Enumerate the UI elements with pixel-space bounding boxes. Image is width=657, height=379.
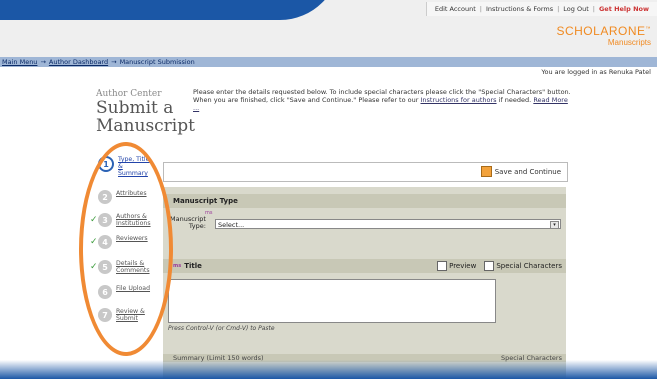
preview-icon — [437, 261, 448, 271]
arrow-right-icon — [480, 166, 492, 177]
breadcrumb-author-dashboard[interactable]: Author Dashboard — [49, 58, 108, 66]
page-title: Author Center Submit a Manuscript — [96, 89, 195, 135]
chevron-down-icon: ▾ — [550, 221, 559, 229]
intro-body-2: if needed. — [498, 96, 532, 104]
paste-hint: Press Control-V (or Cmd-V) to Paste — [168, 325, 275, 332]
save-row: Save and Continue — [163, 162, 568, 182]
brand-logo: SCHOLARONE™ Manuscripts — [556, 24, 651, 47]
title-line-1: Submit a — [96, 98, 174, 118]
top-links: Edit Account | Instructions & Forms | Lo… — [425, 2, 657, 16]
manuscript-type-select[interactable]: Select... ▾ — [215, 219, 561, 229]
preview-label: Preview — [449, 262, 477, 270]
instructions-link[interactable]: Instructions for authors — [421, 96, 497, 104]
logout-link[interactable]: Log Out — [559, 5, 592, 13]
required-marker: ms — [173, 263, 182, 269]
title-line-2: Manuscript — [96, 116, 195, 136]
logged-in-status: You are logged in as Renuka Patel — [541, 68, 651, 76]
edit-account-link[interactable]: Edit Account — [431, 5, 480, 13]
manuscript-type-heading: Manuscript Type — [173, 197, 238, 205]
select-value: Select... — [218, 221, 245, 229]
manuscript-type-header: Manuscript Type — [163, 194, 566, 208]
title-heading: Title — [184, 262, 202, 270]
instructions-forms-link[interactable]: Instructions & Forms — [482, 5, 557, 13]
title-textarea[interactable] — [168, 279, 496, 323]
breadcrumb-arrow: → — [111, 58, 117, 66]
save-and-continue-button[interactable]: Save and Continue — [480, 166, 561, 177]
required-marker: ms — [205, 210, 213, 216]
breadcrumb-arrow: → — [40, 58, 46, 66]
breadcrumb-current: Manuscript Submission — [119, 58, 195, 66]
title-tools: Preview Special Characters — [437, 261, 562, 271]
highlight-oval — [79, 142, 173, 356]
page: Edit Account | Instructions & Forms | Lo… — [0, 0, 657, 379]
omega-icon — [484, 261, 495, 271]
manuscript-type-label: Manuscript Type: — [170, 215, 206, 230]
preview-button[interactable]: Preview — [437, 261, 476, 271]
trademark: ™ — [645, 26, 651, 32]
intro-text: Please enter the details requested below… — [193, 88, 573, 112]
get-help-link[interactable]: Get Help Now — [595, 5, 653, 13]
blue-header-curve — [0, 0, 340, 20]
brand-name: SCHOLARONE — [556, 24, 646, 38]
special-characters-label: Special Characters — [496, 262, 562, 270]
breadcrumb: Main Menu → Author Dashboard → Manuscrip… — [0, 57, 657, 67]
save-label: Save and Continue — [494, 167, 561, 176]
special-characters-button[interactable]: Special Characters — [484, 261, 562, 271]
bottom-fade — [0, 360, 657, 379]
breadcrumb-main-menu[interactable]: Main Menu — [2, 58, 37, 66]
brand-product: Manuscripts — [607, 38, 651, 47]
